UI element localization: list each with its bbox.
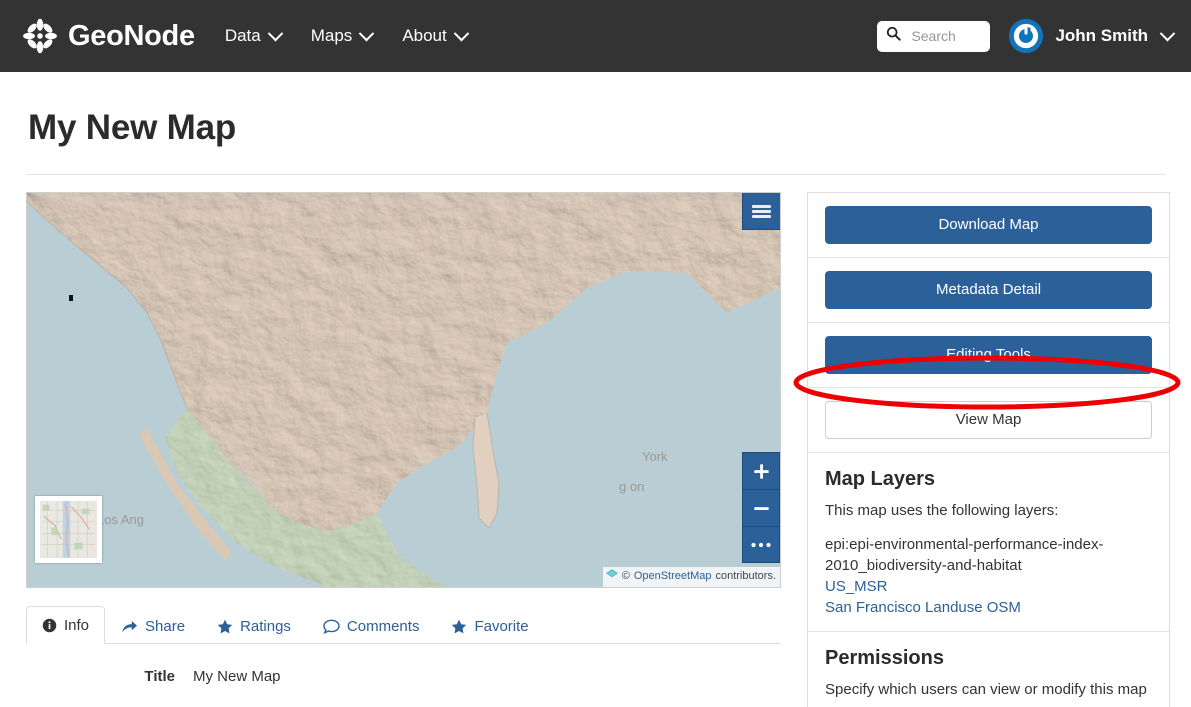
map-layers-title: Map Layers	[825, 468, 936, 490]
geonode-asterisk-logo-icon	[22, 18, 58, 54]
page-container: My New Map Los Ang York g on © OpenStree…	[0, 108, 1191, 707]
tab-ratings[interactable]: Ratings	[201, 607, 307, 644]
left-column: Los Ang York g on The Bahamas La Habana …	[26, 192, 781, 694]
map-attribution: © OpenStreetMap contributors.	[602, 566, 780, 587]
action-block-download: Download Map	[808, 193, 1169, 258]
info-row: Title My New Map	[26, 666, 781, 688]
search-input[interactable]	[909, 27, 982, 45]
search-icon	[886, 26, 902, 46]
right-sidebar: Download Map Metadata Detail Editing Too…	[793, 192, 1181, 707]
tab-label-info: Info	[64, 617, 90, 634]
permissions-section: Permissions Specify which users can view…	[808, 632, 1169, 707]
map-menu-button[interactable]	[742, 193, 780, 230]
minimap-canvas	[40, 501, 97, 558]
info-value: My New Map	[193, 668, 281, 685]
chevron-down-icon	[267, 25, 284, 41]
tab-info[interactable]: Info	[26, 606, 106, 644]
chevron-down-icon	[1159, 25, 1176, 41]
action-block-metadata: Metadata Detail	[808, 258, 1169, 323]
map-viewer[interactable]: Los Ang York g on The Bahamas La Habana …	[26, 192, 781, 588]
permissions-description: Specify which users can view or modify t…	[825, 681, 1147, 698]
tab-label-ratings: Ratings	[240, 618, 291, 635]
map-zoom-controls	[742, 452, 780, 563]
tab-share[interactable]: Share	[105, 607, 201, 644]
map-layers-section: Map Layers This map uses the following l…	[808, 453, 1169, 632]
nav-label-about: About	[402, 26, 447, 45]
tab-label-favorite: Favorite	[474, 618, 529, 635]
sidebar-panel: Download Map Metadata Detail Editing Too…	[807, 192, 1170, 707]
content-layout: Los Ang York g on The Bahamas La Habana …	[26, 192, 1181, 707]
zoom-in-button[interactable]	[742, 452, 780, 489]
nav-label-data: Data	[224, 26, 261, 45]
user-name-label: John Smith	[1055, 26, 1148, 45]
tab-favorite[interactable]: Favorite	[435, 607, 544, 644]
map-more-options-button[interactable]	[742, 526, 780, 563]
search-box[interactable]	[877, 20, 991, 52]
overview-minimap[interactable]	[35, 496, 102, 563]
page-title: My New Map	[28, 108, 237, 147]
title-divider	[26, 174, 1165, 175]
minus-icon	[752, 499, 771, 518]
action-block-view-map: View Map	[808, 388, 1169, 453]
layer-link-san-francisco-landuse-osm[interactable]: San Francisco Landuse OSM	[825, 599, 1021, 616]
view-map-button[interactable]: View Map	[825, 401, 1152, 439]
star-icon	[217, 619, 233, 634]
nav-item-maps[interactable]: Maps	[309, 20, 375, 52]
primary-nav: Data Maps About	[223, 20, 470, 52]
map-layers-description: This map uses the following layers:	[825, 502, 1059, 519]
attribution-copyright: ©	[621, 570, 630, 583]
hamburger-menu-icon	[752, 203, 771, 220]
nav-item-data[interactable]: Data	[223, 20, 284, 52]
info-key: Title	[144, 668, 175, 685]
user-menu[interactable]: John Smith	[1008, 18, 1176, 54]
nav-item-about[interactable]: About	[400, 20, 470, 52]
action-block-editing: Editing Tools	[808, 323, 1169, 388]
info-circle-icon	[42, 618, 57, 633]
navbar-right: John Smith	[877, 18, 1176, 54]
comment-bubble-icon	[323, 619, 340, 634]
editing-tools-button[interactable]: Editing Tools	[825, 336, 1152, 374]
brand-logo[interactable]: GeoNode	[22, 18, 195, 54]
permissions-title: Permissions	[825, 647, 944, 669]
chevron-down-icon	[359, 25, 375, 41]
share-arrow-icon	[121, 619, 138, 634]
tab-comments[interactable]: Comments	[307, 607, 436, 644]
layers-diamond-icon	[605, 569, 618, 585]
chevron-down-icon	[453, 25, 470, 41]
layer-link-us-msr[interactable]: US_MSR	[825, 578, 888, 595]
tab-label-comments: Comments	[346, 618, 420, 635]
metadata-detail-button[interactable]: Metadata Detail	[825, 271, 1152, 309]
attribution-suffix: contributors.	[715, 570, 776, 583]
brand-name: GeoNode	[68, 19, 195, 52]
detail-tabs: Info Share Ratings Comments Favorite	[26, 606, 781, 644]
map-canvas[interactable]	[27, 193, 780, 587]
download-map-button[interactable]: Download Map	[825, 206, 1152, 244]
openstreetmap-link[interactable]: OpenStreetMap	[634, 570, 712, 583]
plus-icon	[752, 462, 771, 481]
tab-label-share: Share	[145, 618, 186, 635]
zoom-out-button[interactable]	[742, 489, 780, 526]
nav-label-maps: Maps	[310, 26, 353, 45]
user-avatar-icon	[1008, 18, 1044, 54]
top-navbar: GeoNode Data Maps About Search John Smit…	[0, 0, 1191, 72]
star-icon	[451, 619, 467, 634]
layer-item: epi:epi-environmental-performance-index-…	[825, 536, 1104, 574]
ellipsis-icon	[750, 541, 772, 549]
info-panel: Title My New Map	[26, 666, 781, 688]
